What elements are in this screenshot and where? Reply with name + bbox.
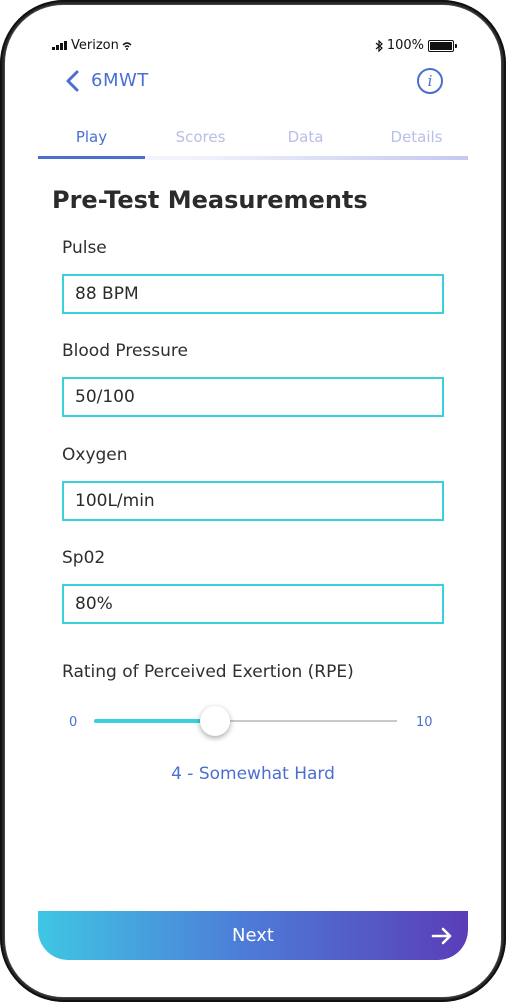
tab-data[interactable]: Data	[252, 128, 359, 146]
page-title: 6MWT	[91, 70, 149, 91]
status-right: 100%	[375, 38, 457, 53]
active-tab-indicator	[38, 156, 145, 159]
pulse-label: Pulse	[62, 238, 107, 258]
wifi-icon	[122, 41, 132, 50]
section-title: Pre-Test Measurements	[52, 186, 368, 214]
rpe-value-text: 4 - Somewhat Hard	[171, 764, 335, 784]
chevron-left-icon[interactable]	[62, 68, 84, 94]
tab-underline	[38, 156, 468, 160]
battery-percent: 100%	[386, 38, 424, 53]
app-header: 6MWT i	[38, 66, 468, 96]
tab-details[interactable]: Details	[363, 128, 468, 146]
rpe-min-label: 0	[69, 715, 78, 730]
oxygen-input[interactable]	[62, 481, 444, 521]
spo2-label: Sp02	[62, 548, 106, 568]
status-left: Verizon	[52, 38, 132, 53]
app-screen: Verizon 100% 6MWT i Play Scores Data Det…	[38, 30, 468, 960]
rpe-label: Rating of Perceived Exertion (RPE)	[62, 662, 354, 682]
oxygen-label: Oxygen	[62, 445, 128, 465]
rpe-slider-track[interactable]	[94, 706, 397, 736]
blood-pressure-label: Blood Pressure	[62, 341, 188, 361]
signal-icon	[52, 41, 67, 50]
blood-pressure-input[interactable]	[62, 377, 444, 417]
arrow-right-icon	[431, 927, 452, 945]
rpe-max-label: 10	[416, 715, 433, 730]
battery-icon	[428, 39, 457, 52]
tab-play[interactable]: Play	[38, 128, 145, 146]
bluetooth-icon	[375, 39, 383, 52]
tab-scores[interactable]: Scores	[147, 128, 254, 146]
tab-bar: Play Scores Data Details	[38, 128, 468, 158]
rpe-slider-fill	[94, 719, 216, 723]
next-label: Next	[232, 925, 274, 946]
pulse-input[interactable]	[62, 274, 444, 314]
carrier-name: Verizon	[71, 38, 119, 53]
status-bar: Verizon 100%	[38, 38, 468, 58]
phone-frame: Verizon 100% 6MWT i Play Scores Data Det…	[0, 0, 506, 1002]
next-button[interactable]: Next	[38, 911, 468, 960]
spo2-input[interactable]	[62, 584, 444, 624]
info-icon[interactable]: i	[417, 68, 443, 94]
rpe-slider-thumb[interactable]	[200, 706, 231, 736]
